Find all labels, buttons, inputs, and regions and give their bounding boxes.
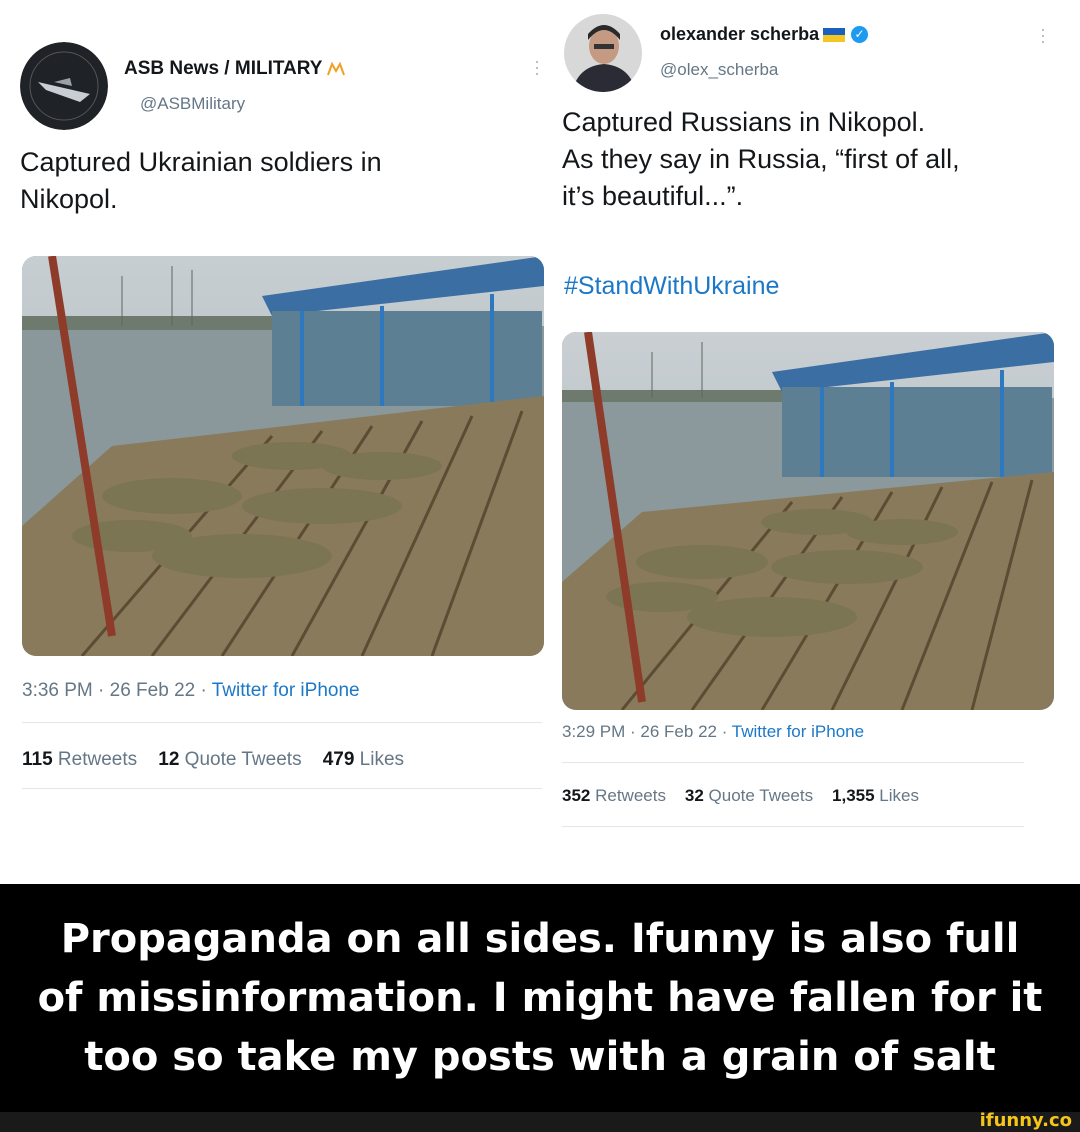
tweet-text-line: it’s beautiful...”. — [562, 181, 744, 211]
caption-line: too so take my posts with a grain of sal… — [84, 1033, 996, 1080]
tweet-source-link[interactable]: Twitter for iPhone — [212, 680, 360, 701]
tweet-stats: 115 Retweets 12 Quote Tweets 479 Likes — [22, 749, 404, 771]
tweet-timestamp[interactable]: 3:29 PM · 26 Feb 22 · Twitter for iPhone — [562, 722, 864, 742]
tweet-source-link[interactable]: Twitter for iPhone — [732, 722, 864, 741]
olex-author-name[interactable]: olexander scherba ✓ — [660, 24, 869, 45]
ukraine-flag-icon — [823, 27, 846, 42]
tweet-text: Captured Ukrainian soldiers in Nikopol. — [20, 144, 540, 218]
author-name-text: ASB News / MILITARY — [124, 58, 323, 79]
caption-line: of missinformation. I might have fallen … — [37, 974, 1043, 1021]
footer-bar — [0, 1112, 1080, 1132]
hashtag-link[interactable]: #StandWithUkraine — [564, 272, 779, 301]
timestamp-text: 3:36 PM · 26 Feb 22 · — [22, 680, 212, 701]
retweets-link[interactable]: 352 Retweets — [562, 786, 666, 805]
divider — [22, 788, 542, 789]
ifunny-watermark: ifunny.co — [979, 1110, 1072, 1131]
quote-tweets-link[interactable]: 32 Quote Tweets — [685, 786, 813, 805]
tweet-text-line: As they say in Russia, “first of all, — [562, 144, 960, 174]
tweet-stats: 352 Retweets 32 Quote Tweets 1,355 Likes — [562, 786, 919, 806]
asb-avatar[interactable] — [20, 42, 108, 130]
tweet-text: Captured Russians in Nikopol. As they sa… — [562, 104, 1062, 215]
asb-logo-icon — [327, 61, 346, 76]
timestamp-text: 3:29 PM · 26 Feb 22 · — [562, 722, 732, 741]
divider — [562, 762, 1024, 763]
olex-handle[interactable]: @olex_scherba — [660, 60, 778, 80]
likes-link[interactable]: 479 Likes — [323, 749, 404, 770]
likes-link[interactable]: 1,355 Likes — [832, 786, 919, 805]
divider — [562, 826, 1024, 827]
caption-line: Propaganda on all sides. Ifunny is also … — [60, 915, 1020, 962]
tweet-text-line: Captured Ukrainian soldiers in — [20, 147, 382, 177]
quote-tweets-link[interactable]: 12 Quote Tweets — [158, 749, 301, 770]
tweet-photo[interactable] — [22, 256, 544, 656]
olex-avatar[interactable] — [564, 14, 642, 92]
author-name-text: olexander scherba — [660, 24, 820, 44]
tweet-text-line: Captured Russians in Nikopol. — [562, 107, 926, 137]
asb-author-name[interactable]: ASB News / MILITARY — [124, 58, 348, 80]
verified-badge-icon: ✓ — [851, 26, 869, 43]
tweet-text-line: Nikopol. — [20, 184, 118, 214]
more-menu-icon[interactable]: · · · — [534, 52, 540, 82]
divider — [22, 722, 542, 723]
asb-handle[interactable]: @ASBMilitary — [140, 94, 245, 114]
meme-caption: Propaganda on all sides. Ifunny is also … — [0, 884, 1080, 1112]
more-menu-icon[interactable]: · · · — [1040, 20, 1046, 50]
tweet-photo[interactable] — [562, 332, 1054, 710]
tweet-timestamp[interactable]: 3:36 PM · 26 Feb 22 · Twitter for iPhone — [22, 680, 360, 702]
retweets-link[interactable]: 115 Retweets — [22, 749, 137, 770]
